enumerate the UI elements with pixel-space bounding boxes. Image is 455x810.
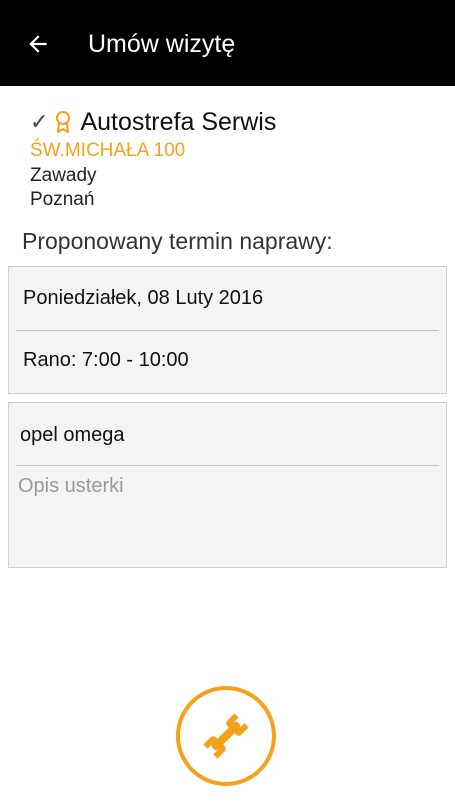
award-icon (56, 111, 71, 133)
schedule-card: Poniedziałek, 08 Luty 2016 Rano: 7:00 - … (8, 266, 447, 394)
wrench-button[interactable] (176, 686, 276, 786)
divider (16, 330, 439, 331)
shop-city: Poznań (30, 189, 95, 210)
shop-name: Autostrefa Serwis (80, 107, 277, 136)
shop-district: Zawady (30, 165, 97, 186)
wrench-icon (203, 713, 249, 759)
divider (16, 465, 439, 466)
arrow-left-icon (29, 35, 47, 53)
app-bar: Umów wizytę (0, 0, 455, 86)
vehicle-card: Opis usterki (8, 402, 447, 568)
check-icon: ✓ (30, 109, 49, 134)
shop-street: ŚW.MICHAŁA 100 (30, 140, 186, 161)
page-title: Umów wizytę (88, 30, 236, 58)
back-button[interactable] (22, 28, 54, 60)
fault-description-input[interactable]: Opis usterki (18, 475, 439, 559)
car-model-input[interactable] (18, 419, 439, 451)
shop-info: ✓ Autostrefa Serwis ŚW.MICHAŁA 100 Zawad… (30, 104, 276, 212)
date-picker[interactable]: Poniedziałek, 08 Luty 2016 (23, 283, 439, 313)
proposed-term-label: Proponowany termin naprawy: (22, 228, 333, 254)
time-slot-picker[interactable]: Rano: 7:00 - 10:00 (23, 345, 439, 375)
